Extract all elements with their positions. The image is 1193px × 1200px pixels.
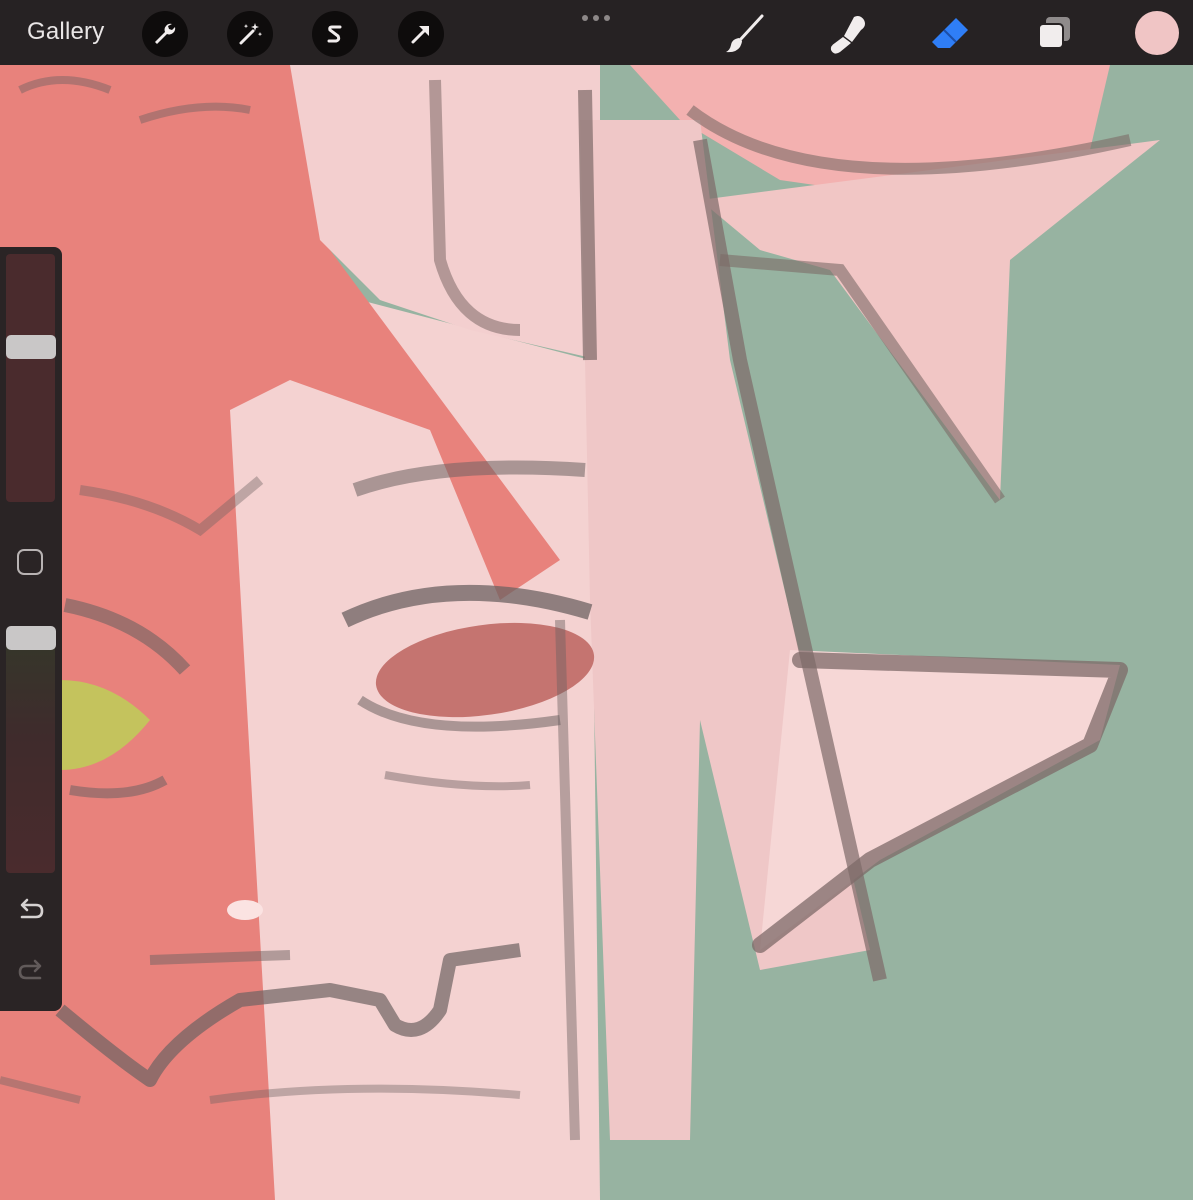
color-swatch[interactable] bbox=[1135, 11, 1179, 55]
wrench-icon bbox=[155, 23, 176, 44]
eraser-tool[interactable] bbox=[926, 10, 974, 58]
top-toolbar: Gallery bbox=[0, 0, 1193, 65]
artwork bbox=[0, 65, 1160, 1200]
square-modify-icon[interactable] bbox=[17, 549, 43, 575]
drawing-canvas[interactable] bbox=[0, 65, 1193, 1200]
adjustments-button[interactable] bbox=[227, 11, 273, 57]
layers-icon bbox=[1038, 17, 1070, 49]
left-sidebar bbox=[0, 247, 62, 1011]
eraser-icon bbox=[932, 18, 968, 48]
selection-s-icon bbox=[327, 25, 342, 43]
opacity-slider[interactable] bbox=[6, 627, 55, 873]
brush-tool[interactable] bbox=[720, 10, 768, 58]
selection-button[interactable] bbox=[312, 11, 358, 57]
undo-icon[interactable] bbox=[14, 896, 48, 926]
brush-icon bbox=[726, 14, 764, 53]
smudge-tool[interactable] bbox=[824, 10, 872, 58]
smudge-icon bbox=[830, 16, 865, 54]
actions-button[interactable] bbox=[142, 11, 188, 57]
magic-wand-icon bbox=[239, 23, 263, 45]
redo-icon[interactable] bbox=[14, 957, 48, 987]
opacity-handle[interactable] bbox=[6, 626, 56, 650]
gallery-button[interactable]: Gallery bbox=[27, 18, 104, 46]
transform-button[interactable] bbox=[398, 11, 444, 57]
transform-arrow-icon bbox=[411, 26, 429, 44]
layers-button[interactable] bbox=[1030, 10, 1078, 58]
brush-size-handle[interactable] bbox=[6, 335, 56, 359]
ellipsis-icon[interactable] bbox=[579, 6, 615, 22]
brush-size-slider[interactable] bbox=[6, 254, 55, 502]
